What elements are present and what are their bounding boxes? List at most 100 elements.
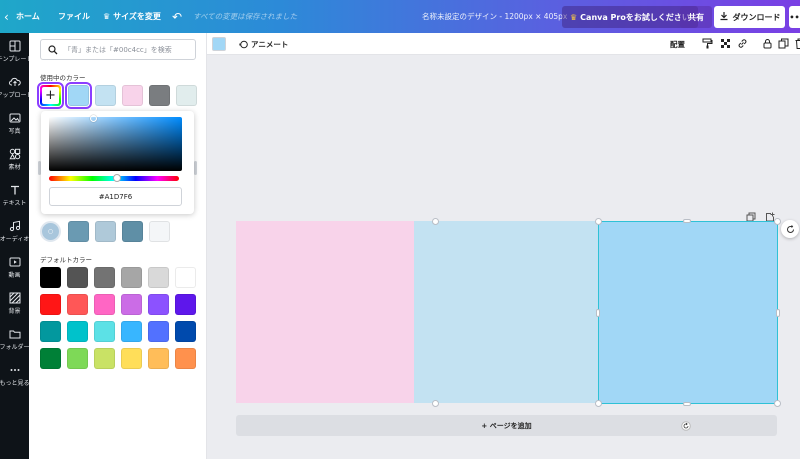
color-swatch[interactable]: [67, 267, 88, 288]
transparency-icon[interactable]: [720, 38, 731, 49]
search-placeholder: 「青」または「#00c4cc」を検索: [64, 45, 172, 54]
undo-icon[interactable]: ↶: [172, 0, 182, 33]
color-swatch[interactable]: [95, 85, 116, 106]
color-swatch[interactable]: [121, 348, 142, 369]
light-blue-block[interactable]: [414, 221, 598, 403]
hex-input[interactable]: #A1D7F6: [49, 187, 182, 206]
pink-block[interactable]: [236, 221, 414, 403]
resize-handle-bottom-left[interactable]: [595, 400, 602, 407]
resize-handle-page-bottom[interactable]: [432, 400, 439, 407]
photo-colors-swatch[interactable]: ○: [40, 221, 61, 242]
color-swatch[interactable]: [148, 294, 169, 315]
rail-item-background[interactable]: 背景: [0, 285, 29, 321]
color-swatch[interactable]: [94, 321, 115, 342]
color-swatch[interactable]: [67, 294, 88, 315]
rail-item-audio[interactable]: オーディオ: [0, 213, 29, 249]
rail-item-elements[interactable]: 素材: [0, 141, 29, 177]
rail-item-text[interactable]: テキスト: [0, 177, 29, 213]
color-swatch[interactable]: [40, 321, 61, 342]
elements-icon: [8, 148, 20, 159]
saturation-value-area[interactable]: [49, 117, 182, 171]
color-swatch[interactable]: [175, 348, 196, 369]
rail-item-folder[interactable]: フォルダー: [0, 321, 29, 357]
resize-button[interactable]: ♛ サイズを変更: [103, 0, 161, 33]
color-swatch[interactable]: [40, 267, 61, 288]
delete-icon[interactable]: [794, 38, 800, 49]
left-rail: テンプレート アップロード 写真 素材 テキスト オーディオ 動画 背景 フォル…: [0, 33, 29, 459]
lock-icon[interactable]: [762, 38, 773, 49]
add-page-icon[interactable]: [765, 207, 775, 222]
rail-item-video[interactable]: 動画: [0, 249, 29, 285]
refresh-icon[interactable]: [781, 220, 799, 238]
color-swatch[interactable]: [176, 85, 197, 106]
add-color-button[interactable]: +: [37, 82, 64, 109]
rail-label: 素材: [8, 163, 21, 171]
crown-icon: ♛: [570, 12, 578, 22]
resize-handle-bottom-right[interactable]: [774, 400, 781, 407]
color-swatch[interactable]: [94, 348, 115, 369]
resize-handle-top-right[interactable]: [774, 218, 781, 225]
color-swatch[interactable]: [68, 221, 89, 242]
color-swatch[interactable]: [175, 267, 196, 288]
rail-item-more[interactable]: もっと見る: [0, 357, 29, 393]
resize-handle-bottom[interactable]: [683, 402, 691, 406]
top-bar: ‹ ホーム ファイル ♛ サイズを変更 ↶ すべての変更は保存されました 名称未…: [0, 0, 800, 33]
resize-handle-page-top[interactable]: [432, 218, 439, 225]
color-swatch[interactable]: [149, 85, 170, 106]
color-search-input[interactable]: 「青」または「#00c4cc」を検索: [40, 39, 196, 60]
color-picker-popover: #A1D7F6: [41, 111, 194, 214]
rotate-icon[interactable]: [681, 416, 691, 431]
add-page-button[interactable]: + ページを追加: [236, 415, 777, 436]
more-options-button[interactable]: •••: [789, 6, 800, 28]
resize-handle-right[interactable]: [776, 309, 780, 317]
color-swatch[interactable]: [121, 294, 142, 315]
rail-item-upload[interactable]: アップロード: [0, 69, 29, 105]
copy-page-icon[interactable]: [746, 207, 756, 222]
color-swatch[interactable]: [65, 82, 92, 109]
color-swatch[interactable]: [95, 221, 116, 242]
animate-button[interactable]: アニメート: [239, 33, 288, 55]
fill-color-button[interactable]: [212, 37, 226, 51]
color-swatch[interactable]: [94, 267, 115, 288]
saved-status: すべての変更は保存されました: [193, 12, 298, 21]
color-swatch[interactable]: [40, 348, 61, 369]
pro-trial-label: Canva Proをお試しください: [580, 12, 690, 22]
rail-item-template[interactable]: テンプレート: [0, 33, 29, 69]
color-swatch[interactable]: [175, 321, 196, 342]
color-swatch[interactable]: [67, 321, 88, 342]
saturation-knob[interactable]: [90, 115, 97, 122]
color-swatch[interactable]: [122, 85, 143, 106]
position-button[interactable]: 配置: [670, 33, 685, 55]
color-swatch[interactable]: [121, 267, 142, 288]
in-use-colors-title: 使用中のカラー: [40, 74, 86, 82]
link-icon[interactable]: [737, 38, 748, 49]
selection-box[interactable]: [598, 221, 778, 404]
paint-roller-icon[interactable]: [702, 38, 713, 49]
duplicate-icon[interactable]: [778, 38, 789, 49]
resize-handle-left[interactable]: [596, 309, 600, 317]
text-icon: [10, 185, 19, 194]
resize-handle-top[interactable]: [683, 219, 691, 223]
resize-handle-top-left[interactable]: [595, 218, 602, 225]
color-swatch[interactable]: [148, 348, 169, 369]
share-button[interactable]: 共有: [680, 6, 712, 28]
color-swatch[interactable]: [94, 294, 115, 315]
hue-slider-knob[interactable]: [113, 174, 121, 182]
document-title[interactable]: 名称未設定のデザイン - 1200px × 405px: [422, 0, 567, 33]
color-swatch[interactable]: [40, 294, 61, 315]
color-swatch[interactable]: [122, 221, 143, 242]
home-link[interactable]: ホーム: [16, 0, 40, 33]
color-swatch[interactable]: [149, 221, 170, 242]
pro-trial-button[interactable]: ♛ Canva Proをお試しください: [562, 6, 698, 28]
color-swatch[interactable]: [148, 321, 169, 342]
color-swatch[interactable]: [67, 348, 88, 369]
color-swatch[interactable]: [175, 294, 196, 315]
download-button[interactable]: ダウンロード: [714, 6, 785, 28]
color-swatch[interactable]: [121, 321, 142, 342]
back-chevron-icon[interactable]: ‹: [4, 0, 9, 33]
editor-toolbar: アニメート 配置: [207, 33, 800, 55]
file-menu[interactable]: ファイル: [58, 0, 90, 33]
color-swatch[interactable]: [148, 267, 169, 288]
rail-label: テキスト: [2, 199, 27, 207]
rail-item-photo[interactable]: 写真: [0, 105, 29, 141]
